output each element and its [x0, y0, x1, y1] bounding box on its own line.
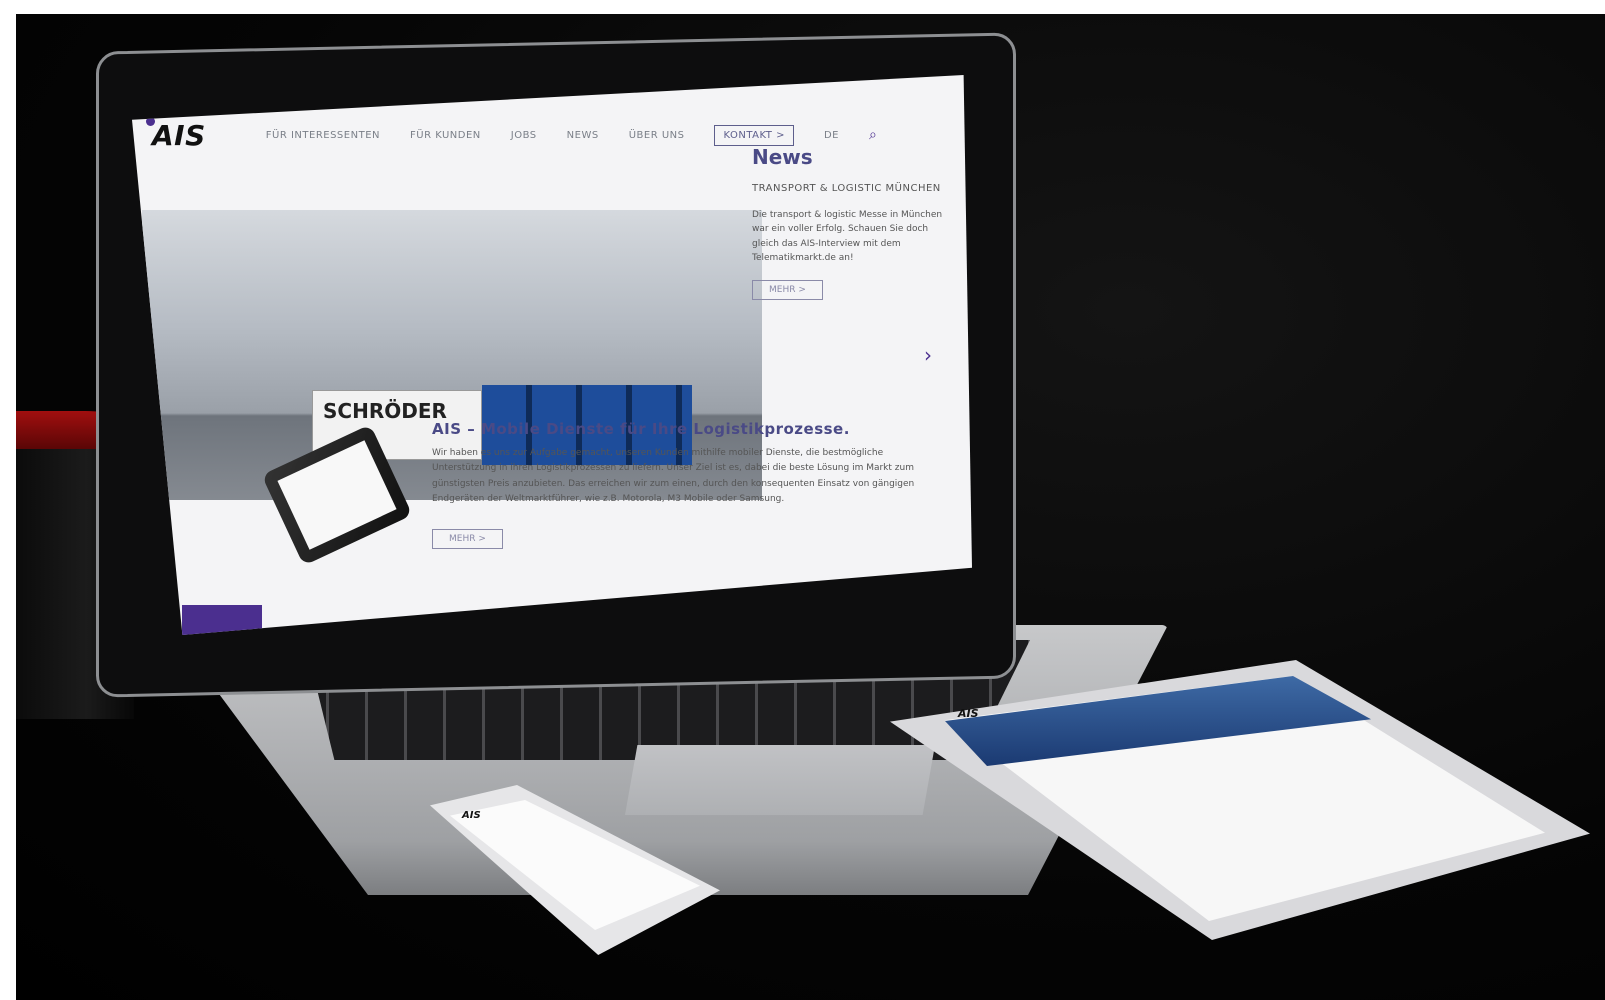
news-subtitle: TRANSPORT & LOGISTIC MÜNCHEN	[752, 183, 941, 194]
intro-section: AIS – Mobile Dienste für Ihre Logistikpr…	[432, 420, 932, 550]
phone-logo: AIS	[462, 810, 481, 821]
news-text: Die transport & logistic Messe in Münche…	[752, 210, 943, 264]
site-logo: AIS	[146, 116, 206, 152]
news-more-button: MEHR >	[752, 279, 823, 300]
intro-more-button: MEHR >	[432, 529, 503, 550]
news-title: News	[752, 145, 813, 169]
tablet-logo: AIS	[958, 707, 979, 720]
nav-item: FÜR KUNDEN	[410, 129, 481, 141]
nav-item: ÜBER UNS	[628, 129, 685, 141]
laptop-screen: AIS FÜR INTERESSENTEN FÜR KUNDEN JOBS NE…	[132, 75, 972, 635]
news-panel: News TRANSPORT & LOGISTIC MÜNCHEN Die tr…	[752, 135, 952, 395]
nav-item: JOBS	[510, 129, 537, 141]
nav-item: NEWS	[566, 129, 599, 141]
intro-text: Wir haben es uns zur Aufgabe gemacht, un…	[432, 448, 915, 504]
chevron-right-icon: ›	[924, 343, 932, 367]
laptop-trackpad	[625, 745, 935, 815]
intro-heading: AIS – Mobile Dienste für Ihre Logistikpr…	[432, 420, 850, 438]
nav-item: FÜR INTERESSENTEN	[265, 129, 380, 141]
